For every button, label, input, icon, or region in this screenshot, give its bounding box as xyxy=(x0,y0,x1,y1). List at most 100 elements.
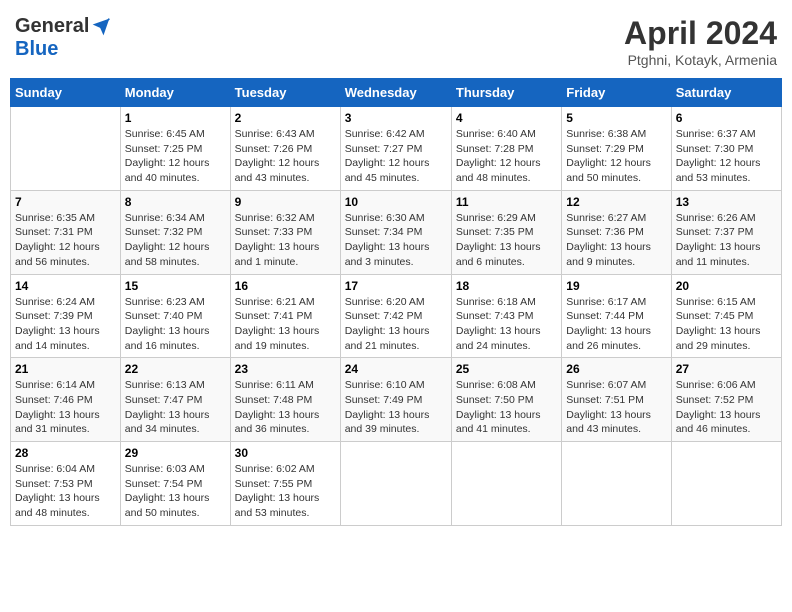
calendar-cell: 26Sunrise: 6:07 AMSunset: 7:51 PMDayligh… xyxy=(562,358,671,442)
day-number: 9 xyxy=(235,195,336,209)
calendar-header-row: SundayMondayTuesdayWednesdayThursdayFrid… xyxy=(11,79,782,107)
day-info: Sunrise: 6:26 AMSunset: 7:37 PMDaylight:… xyxy=(676,211,777,270)
day-number: 10 xyxy=(345,195,447,209)
calendar-cell: 25 Sunrise: 6:08 AMSunset: 7:50 PMDayligh… xyxy=(451,358,561,442)
day-number: 3 xyxy=(345,111,447,125)
calendar-cell: 18 Sunrise: 6:18 AMSunset: 7:43 PMDayligh… xyxy=(451,274,561,358)
header-tuesday: Tuesday xyxy=(230,79,340,107)
day-info: Sunrise: 6:38 AMSunset: 7:29 PMDaylight:… xyxy=(566,127,666,186)
day-info: Sunrise: 6:29 AMSunset: 7:35 PMDaylight:… xyxy=(456,211,557,270)
calendar-cell: 10 Sunrise: 6:30 AMSunset: 7:34 PMDayligh… xyxy=(340,190,451,274)
calendar-cell: 23 Sunrise: 6:11 AMSunset: 7:48 PMDayligh… xyxy=(230,358,340,442)
day-info: Sunrise: 6:45 AMSunset: 7:25 PMDaylight:… xyxy=(125,127,226,186)
day-number: 11 xyxy=(456,195,557,209)
day-number: 17 xyxy=(345,279,447,293)
calendar-cell xyxy=(11,107,121,191)
day-number: 4 xyxy=(456,111,557,125)
day-number: 22 xyxy=(125,362,226,376)
title-section: April 2024 Ptghni, Kotayk, Armenia xyxy=(624,15,777,68)
location-text: Ptghni, Kotayk, Armenia xyxy=(624,52,777,68)
day-info: Sunrise: 6:13 AMSunset: 7:47 PMDaylight:… xyxy=(125,378,226,437)
calendar-cell: 14 Sunrise: 6:24 AMSunset: 7:39 PMDayligh… xyxy=(11,274,121,358)
day-info: Sunrise: 6:11 AMSunset: 7:48 PMDaylight:… xyxy=(235,378,336,437)
day-info: Sunrise: 6:40 AMSunset: 7:28 PMDaylight:… xyxy=(456,127,557,186)
calendar-cell: 3 Sunrise: 6:42 AMSunset: 7:27 PMDaylight… xyxy=(340,107,451,191)
day-info: Sunrise: 6:42 AMSunset: 7:27 PMDaylight:… xyxy=(345,127,447,186)
day-number: 15 xyxy=(125,279,226,293)
calendar-cell: 21 Sunrise: 6:14 AMSunset: 7:46 PMDayligh… xyxy=(11,358,121,442)
day-number: 23 xyxy=(235,362,336,376)
day-number: 29 xyxy=(125,446,226,460)
day-number: 12 xyxy=(566,195,666,209)
day-info: Sunrise: 6:20 AMSunset: 7:42 PMDaylight:… xyxy=(345,295,447,354)
day-info: Sunrise: 6:04 AMSunset: 7:53 PMDaylight:… xyxy=(15,462,116,521)
day-info: Sunrise: 6:34 AMSunset: 7:32 PMDaylight:… xyxy=(125,211,226,270)
day-number: 6 xyxy=(676,111,777,125)
logo-blue-text: Blue xyxy=(15,38,58,61)
day-number: 19 xyxy=(566,279,666,293)
day-info: Sunrise: 6:30 AMSunset: 7:34 PMDaylight:… xyxy=(345,211,447,270)
day-info: Sunrise: 6:32 AMSunset: 7:33 PMDaylight:… xyxy=(235,211,336,270)
calendar-cell: 7Sunrise: 6:35 AMSunset: 7:31 PMDaylight… xyxy=(11,190,121,274)
calendar-cell: 16Sunrise: 6:21 AMSunset: 7:41 PMDayligh… xyxy=(230,274,340,358)
day-number: 21 xyxy=(15,362,116,376)
calendar-cell: 2 Sunrise: 6:43 AMSunset: 7:26 PMDaylight… xyxy=(230,107,340,191)
calendar-week-2: 7Sunrise: 6:35 AMSunset: 7:31 PMDaylight… xyxy=(11,190,782,274)
day-info: Sunrise: 6:24 AMSunset: 7:39 PMDaylight:… xyxy=(15,295,116,354)
day-number: 14 xyxy=(15,279,116,293)
day-info: Sunrise: 6:02 AMSunset: 7:55 PMDaylight:… xyxy=(235,462,336,521)
day-info: Sunrise: 6:15 AMSunset: 7:45 PMDaylight:… xyxy=(676,295,777,354)
day-info: Sunrise: 6:37 AMSunset: 7:30 PMDaylight:… xyxy=(676,127,777,186)
calendar-cell: 1 Sunrise: 6:45 AMSunset: 7:25 PMDaylight… xyxy=(120,107,230,191)
day-number: 1 xyxy=(125,111,226,125)
calendar-cell: 9 Sunrise: 6:32 AMSunset: 7:33 PMDaylight… xyxy=(230,190,340,274)
day-info: Sunrise: 6:27 AMSunset: 7:36 PMDaylight:… xyxy=(566,211,666,270)
calendar-cell xyxy=(671,442,781,526)
day-number: 5 xyxy=(566,111,666,125)
header-saturday: Saturday xyxy=(671,79,781,107)
day-number: 18 xyxy=(456,279,557,293)
calendar-cell: 6 Sunrise: 6:37 AMSunset: 7:30 PMDaylight… xyxy=(671,107,781,191)
calendar-week-1: 1 Sunrise: 6:45 AMSunset: 7:25 PMDaylight… xyxy=(11,107,782,191)
calendar-cell: 4 Sunrise: 6:40 AMSunset: 7:28 PMDaylight… xyxy=(451,107,561,191)
day-info: Sunrise: 6:14 AMSunset: 7:46 PMDaylight:… xyxy=(15,378,116,437)
calendar-cell: 17 Sunrise: 6:20 AMSunset: 7:42 PMDayligh… xyxy=(340,274,451,358)
calendar-cell: 19 Sunrise: 6:17 AMSunset: 7:44 PMDayligh… xyxy=(562,274,671,358)
logo: General Blue xyxy=(15,15,111,61)
day-info: Sunrise: 6:06 AMSunset: 7:52 PMDaylight:… xyxy=(676,378,777,437)
calendar-cell: 29 Sunrise: 6:03 AMSunset: 7:54 PMDayligh… xyxy=(120,442,230,526)
day-info: Sunrise: 6:08 AMSunset: 7:50 PMDaylight:… xyxy=(456,378,557,437)
day-info: Sunrise: 6:03 AMSunset: 7:54 PMDaylight:… xyxy=(125,462,226,521)
day-info: Sunrise: 6:23 AMSunset: 7:40 PMDaylight:… xyxy=(125,295,226,354)
calendar-cell: 20Sunrise: 6:15 AMSunset: 7:45 PMDayligh… xyxy=(671,274,781,358)
calendar-cell: 24Sunrise: 6:10 AMSunset: 7:49 PMDayligh… xyxy=(340,358,451,442)
day-info: Sunrise: 6:43 AMSunset: 7:26 PMDaylight:… xyxy=(235,127,336,186)
day-info: Sunrise: 6:17 AMSunset: 7:44 PMDaylight:… xyxy=(566,295,666,354)
day-number: 16 xyxy=(235,279,336,293)
logo-general-text: General xyxy=(15,15,89,38)
day-number: 25 xyxy=(456,362,557,376)
calendar-week-5: 28 Sunrise: 6:04 AMSunset: 7:53 PMDayligh… xyxy=(11,442,782,526)
day-number: 13 xyxy=(676,195,777,209)
calendar-cell xyxy=(451,442,561,526)
header-sunday: Sunday xyxy=(11,79,121,107)
calendar-cell: 22 Sunrise: 6:13 AMSunset: 7:47 PMDayligh… xyxy=(120,358,230,442)
calendar-cell: 11 Sunrise: 6:29 AMSunset: 7:35 PMDayligh… xyxy=(451,190,561,274)
day-number: 30 xyxy=(235,446,336,460)
day-number: 27 xyxy=(676,362,777,376)
calendar-cell: 30 Sunrise: 6:02 AMSunset: 7:55 PMDayligh… xyxy=(230,442,340,526)
day-info: Sunrise: 6:10 AMSunset: 7:49 PMDaylight:… xyxy=(345,378,447,437)
day-info: Sunrise: 6:07 AMSunset: 7:51 PMDaylight:… xyxy=(566,378,666,437)
day-info: Sunrise: 6:18 AMSunset: 7:43 PMDaylight:… xyxy=(456,295,557,354)
header-thursday: Thursday xyxy=(451,79,561,107)
calendar-cell: 5 Sunrise: 6:38 AMSunset: 7:29 PMDaylight… xyxy=(562,107,671,191)
page-header: General Blue April 2024 Ptghni, Kotayk, … xyxy=(10,10,782,68)
header-monday: Monday xyxy=(120,79,230,107)
calendar-week-3: 14 Sunrise: 6:24 AMSunset: 7:39 PMDayligh… xyxy=(11,274,782,358)
calendar-cell: 12 Sunrise: 6:27 AMSunset: 7:36 PMDayligh… xyxy=(562,190,671,274)
day-number: 2 xyxy=(235,111,336,125)
calendar-cell: 27 Sunrise: 6:06 AMSunset: 7:52 PMDayligh… xyxy=(671,358,781,442)
calendar-cell xyxy=(340,442,451,526)
day-info: Sunrise: 6:35 AMSunset: 7:31 PMDaylight:… xyxy=(15,211,116,270)
day-number: 28 xyxy=(15,446,116,460)
